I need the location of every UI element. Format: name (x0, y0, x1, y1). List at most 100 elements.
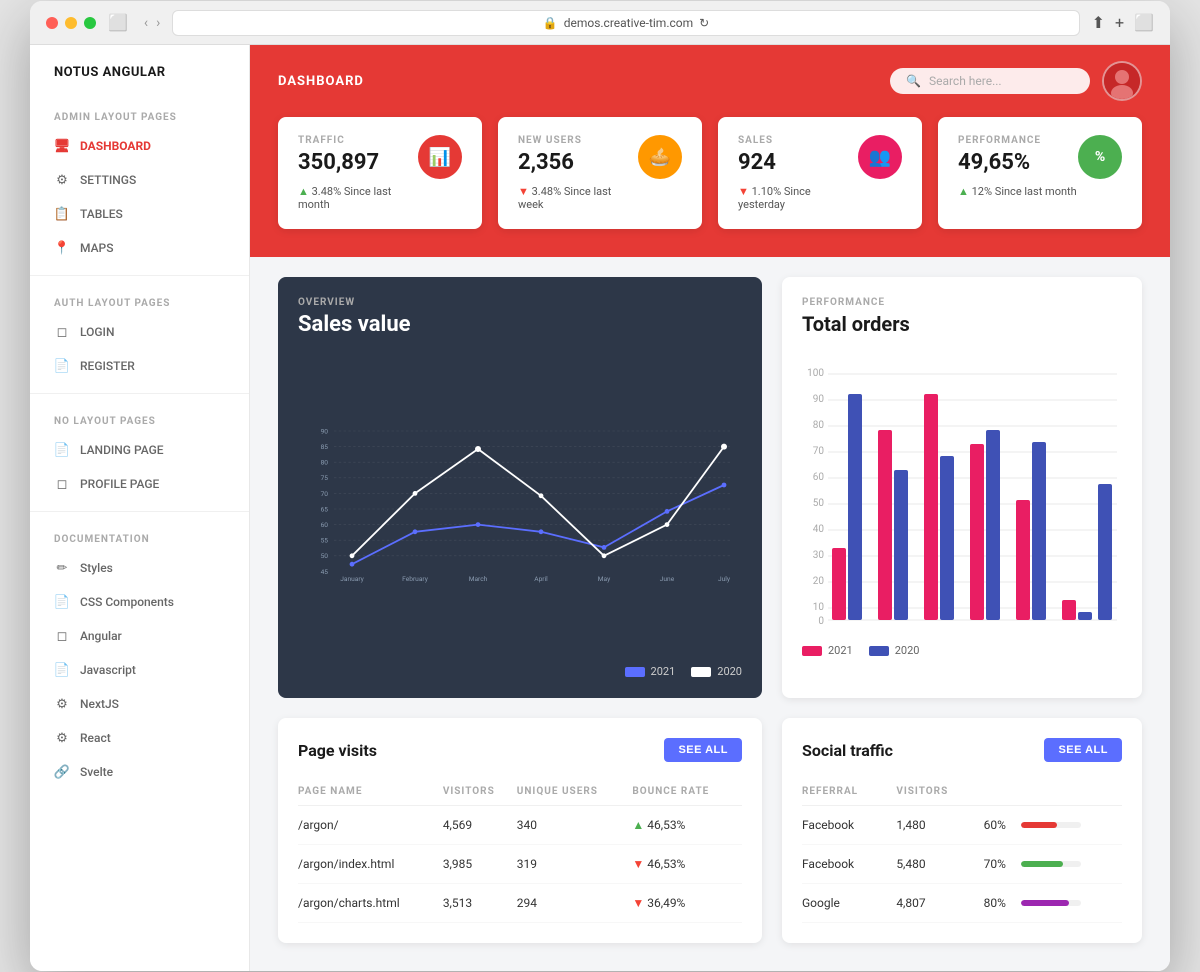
stat-icon-perf: % (1078, 135, 1122, 179)
legend-label-2021: 2021 (651, 665, 676, 678)
line-chart-container: 90 85 80 75 70 65 60 55 50 45 (298, 353, 742, 653)
stat-card-users: NEW USERS 2,356 ▼ 3.48% Since last week … (498, 117, 702, 229)
sidebar-item-react[interactable]: ⚙ React (30, 721, 249, 755)
refresh-icon[interactable]: ↻ (699, 16, 709, 30)
page-visits-see-all[interactable]: SEE ALL (664, 738, 742, 762)
browser-dots (46, 17, 96, 29)
sidebar-item-svelte[interactable]: 🔗 Svelte (30, 755, 249, 789)
page-visits-card: Page visits SEE ALL PAGE NAME VISITORS U… (278, 718, 762, 943)
col-page-name: PAGE NAME (298, 778, 443, 806)
react-icon: ⚙ (54, 730, 70, 746)
row-visitors: 4,569 (443, 806, 517, 845)
social-traffic-table: REFERRAL VISITORS Facebook 1,480 60% (802, 778, 1122, 923)
maps-icon: 📍 (54, 240, 70, 256)
social-pct: 70% (984, 845, 1021, 884)
svg-text:80: 80 (813, 420, 825, 431)
dot-red[interactable] (46, 17, 58, 29)
social-referral: Facebook (802, 806, 896, 845)
perf-legend-label-2020: 2020 (895, 644, 920, 657)
sidebar-item-javascript[interactable]: 📄 Javascript (30, 653, 249, 687)
sidebar-item-label: LOGIN (80, 325, 114, 339)
sidebar-item-login[interactable]: ◻ LOGIN (30, 315, 249, 349)
row-bounce: ▲ 46,53% (632, 806, 742, 845)
landing-icon: 📄 (54, 442, 70, 458)
legend-color-white (691, 667, 711, 677)
col-pct (984, 778, 1021, 806)
stat-card-traffic: TRAFFIC 350,897 ▲ 3.48% Since last month… (278, 117, 482, 229)
sidebar-item-nextjs[interactable]: ⚙ NextJS (30, 687, 249, 721)
svg-text:July: July (718, 575, 731, 583)
sidebar-item-settings[interactable]: ⚙ SETTINGS (30, 163, 249, 197)
sidebar-item-profile[interactable]: ◻ PROFILE PAGE (30, 467, 249, 501)
avatar[interactable] (1102, 61, 1142, 101)
row-bounce: ▼ 46,53% (632, 845, 742, 884)
bar-chart-container: 100 90 80 70 60 50 40 (802, 352, 1122, 632)
search-bar[interactable]: 🔍 Search here... (890, 68, 1090, 94)
perf-legend-2020: 2020 (869, 644, 920, 657)
col-referral: REFERRAL (802, 778, 896, 806)
svg-text:March: March (469, 575, 488, 583)
change-arrow-up-2: ▲ (958, 185, 969, 198)
change-arrow-down-2: ▼ (738, 185, 749, 198)
sidebar-item-register[interactable]: 📄 REGISTER (30, 349, 249, 383)
share-icon[interactable]: ⬆ (1092, 13, 1105, 32)
browser-window: ⬜ ‹ › 🔒 demos.creative-tim.com ↻ ⬆ + ⬜ N… (30, 1, 1170, 971)
sidebar-item-css[interactable]: 📄 CSS Components (30, 585, 249, 619)
url-text: demos.creative-tim.com (564, 16, 693, 30)
sidebar-item-maps[interactable]: 📍 MAPS (30, 231, 249, 265)
dashboard-icon: 🖥 (54, 138, 70, 154)
svg-text:February: February (402, 575, 429, 583)
stat-change-users: ▼ 3.48% Since last week (518, 185, 638, 211)
row-unique: 340 (517, 806, 633, 845)
svg-text:0: 0 (818, 616, 824, 627)
table-row: /argon/ 4,569 340 ▲ 46,53% (298, 806, 742, 845)
page-visits-tbody: /argon/ 4,569 340 ▲ 46,53% /argon/index.… (298, 806, 742, 923)
perf-legend: 2021 2020 (802, 644, 1122, 657)
register-icon: 📄 (54, 358, 70, 374)
sidebar-item-label: Styles (80, 561, 113, 575)
sidebar-item-styles[interactable]: ✏ Styles (30, 551, 249, 585)
svg-text:45: 45 (321, 568, 329, 576)
nextjs-icon: ⚙ (54, 696, 70, 712)
stat-label-traffic: TRAFFIC (298, 135, 418, 146)
social-pct: 60% (984, 806, 1021, 845)
row-visitors: 3,985 (443, 845, 517, 884)
url-bar[interactable]: 🔒 demos.creative-tim.com ↻ (172, 10, 1079, 36)
duplicate-icon[interactable]: ⬜ (1134, 13, 1154, 32)
profile-icon: ◻ (54, 476, 70, 492)
dot-green[interactable] (84, 17, 96, 29)
svg-text:40: 40 (813, 524, 825, 535)
row-page: /argon/index.html (298, 845, 443, 884)
sidebar-item-dashboard[interactable]: 🖥 DASHBOARD (30, 129, 249, 163)
search-placeholder: Search here... (929, 74, 1002, 88)
col-visitors: VISITORS (443, 778, 517, 806)
forward-icon[interactable]: › (156, 15, 160, 31)
sidebar-item-label: Javascript (80, 663, 136, 677)
dot-yellow[interactable] (65, 17, 77, 29)
sidebar-item-angular[interactable]: ◻ Angular (30, 619, 249, 653)
bounce-arrow-up: ▲ (632, 818, 644, 832)
row-bounce: ▼ 36,49% (632, 884, 742, 923)
social-traffic-tbody: Facebook 1,480 60% Facebook (802, 806, 1122, 923)
avatar-image (1104, 63, 1140, 99)
js-icon: 📄 (54, 662, 70, 678)
legend-2021: 2021 (625, 665, 676, 678)
section-title-auth: AUTH LAYOUT PAGES (30, 286, 249, 315)
stat-value-sales: 924 (738, 150, 858, 175)
back-icon[interactable]: ‹ (144, 15, 148, 31)
browser-actions: ⬆ + ⬜ (1092, 13, 1154, 32)
social-traffic-see-all[interactable]: SEE ALL (1044, 738, 1122, 762)
social-pct: 80% (984, 884, 1021, 923)
sidebar-item-label: TABLES (80, 207, 123, 221)
page-visits-title: Page visits (298, 741, 377, 760)
col-bar (1021, 778, 1122, 806)
sidebar-item-tables[interactable]: 📋 TABLES (30, 197, 249, 231)
sidebar-item-landing[interactable]: 📄 LANDING PAGE (30, 433, 249, 467)
stat-icon-traffic: 📊 (418, 135, 462, 179)
svg-text:85: 85 (321, 443, 329, 451)
row-page: /argon/ (298, 806, 443, 845)
sidebar-toggle-icon[interactable]: ⬜ (108, 13, 128, 32)
social-bar-wrap (1021, 900, 1081, 906)
new-tab-icon[interactable]: + (1115, 13, 1124, 32)
social-visitors: 5,480 (896, 845, 983, 884)
